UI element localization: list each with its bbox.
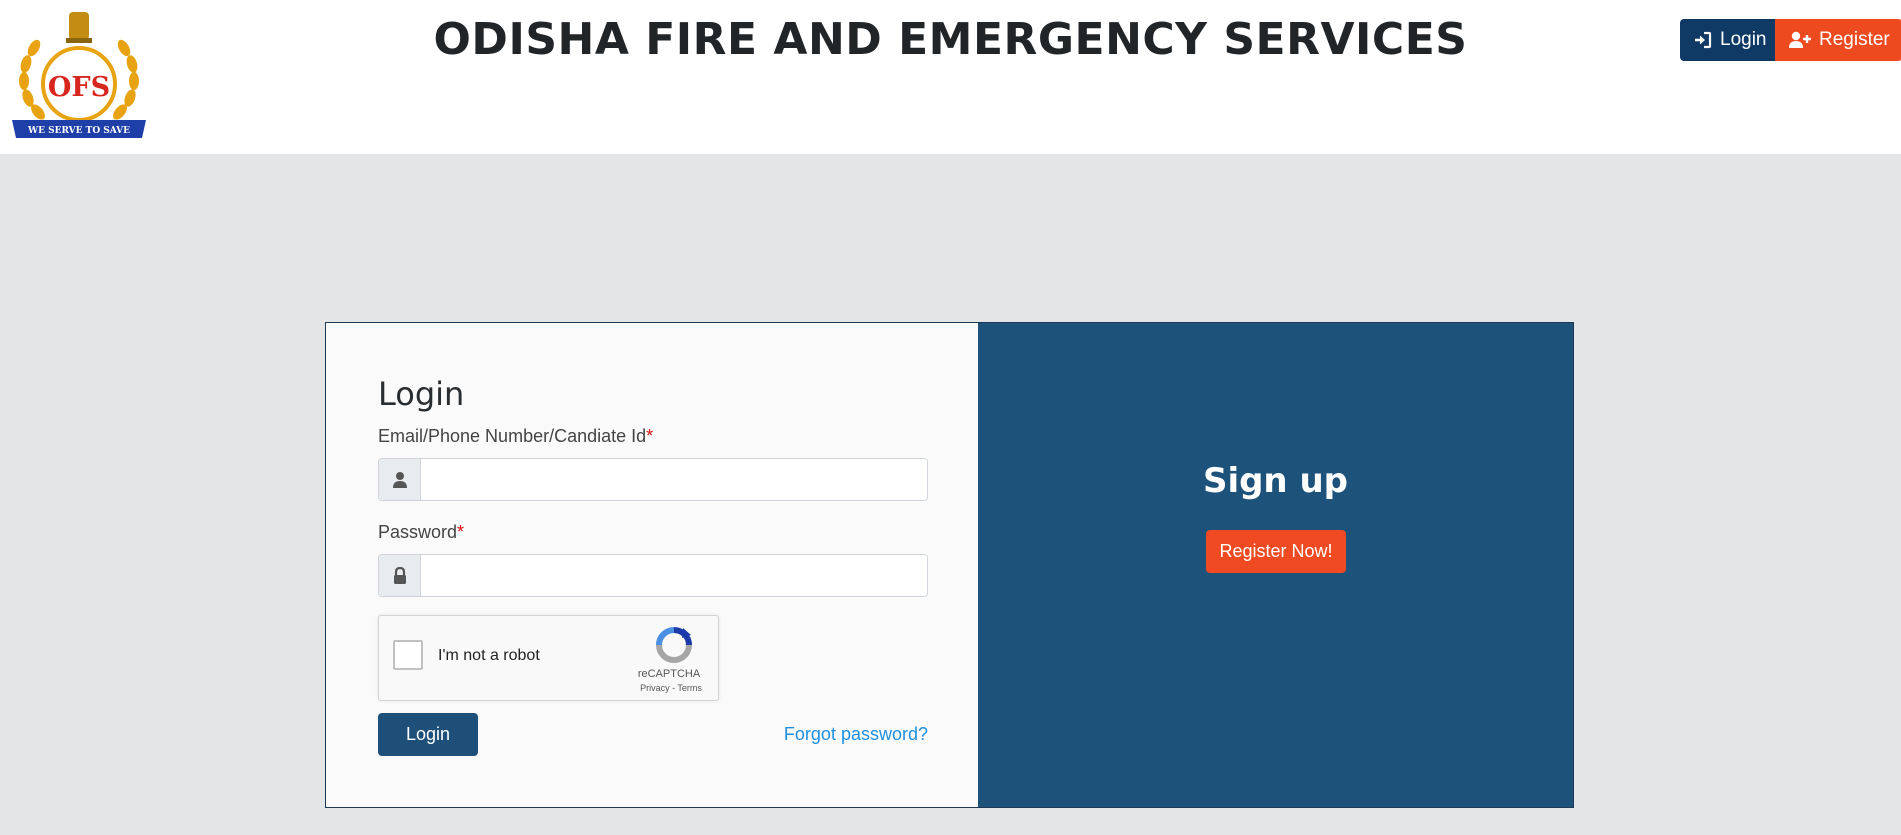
recaptcha-widget: I'm not a robot reCAPTCHA Privacy - Term…	[378, 615, 719, 701]
lock-icon	[393, 566, 406, 584]
site-header: OFS WE SERVE TO SAVE ODISHA FIRE AND EME…	[0, 0, 1901, 154]
recaptcha-brand: reCAPTCHA	[637, 668, 701, 680]
username-label-text: Email/Phone Number/Candiate Id	[378, 426, 647, 446]
signup-title: Sign up	[1202, 461, 1349, 501]
recaptcha-checkbox[interactable]	[393, 640, 423, 670]
forgot-password-link[interactable]: Forgot password?	[784, 724, 928, 745]
password-label: Password*	[378, 522, 464, 543]
login-title: Login	[378, 375, 465, 413]
required-mark: *	[457, 522, 465, 542]
recaptcha-privacy-terms[interactable]: Privacy - Terms	[636, 683, 706, 693]
logo-text: OFS	[48, 72, 110, 103]
user-plus-icon	[1789, 31, 1811, 48]
recaptcha-icon	[656, 627, 692, 663]
password-label-text: Password	[378, 522, 458, 542]
register-now-button[interactable]: Register Now!	[1206, 530, 1346, 573]
signup-panel: Sign up Register Now!	[978, 323, 1573, 807]
password-input[interactable]	[421, 555, 927, 596]
username-input[interactable]	[421, 459, 927, 500]
password-input-group	[378, 554, 928, 597]
login-panel: Login Email/Phone Number/Candiate Id* Pa…	[326, 323, 978, 807]
sign-in-icon	[1695, 31, 1712, 49]
header-register-button[interactable]: Register	[1775, 19, 1901, 61]
page-title: ODISHA FIRE AND EMERGENCY SERVICES	[433, 14, 1468, 65]
header-register-label: Register	[1819, 29, 1890, 50]
username-label: Email/Phone Number/Candiate Id*	[378, 426, 653, 447]
username-addon	[379, 459, 421, 500]
required-mark: *	[646, 426, 654, 446]
auth-card: Login Email/Phone Number/Candiate Id* Pa…	[325, 322, 1574, 808]
password-addon	[379, 555, 421, 596]
logo-motto: WE SERVE TO SAVE	[27, 126, 130, 136]
header-actions: Login Register	[1680, 19, 1901, 61]
user-icon	[392, 471, 407, 488]
login-submit-button[interactable]: Login	[378, 713, 478, 756]
username-input-group	[378, 458, 928, 501]
header-login-button[interactable]: Login	[1680, 19, 1775, 61]
header-login-label: Login	[1720, 29, 1767, 50]
recaptcha-label: I'm not a robot	[438, 647, 540, 664]
